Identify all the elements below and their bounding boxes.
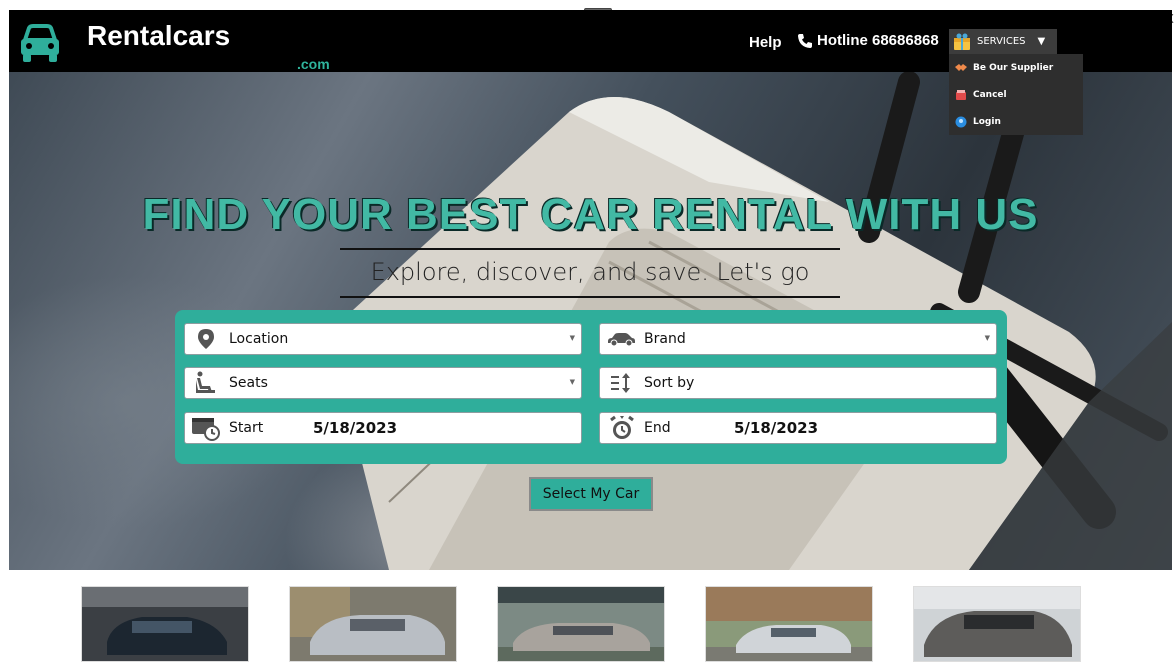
menu-item-login[interactable]: Login <box>949 108 1083 135</box>
brand-domain: .com <box>297 56 330 72</box>
car-thumbnail[interactable] <box>497 586 665 662</box>
seats-select[interactable]: Seats ▼ <box>184 367 582 399</box>
cancel-icon <box>956 89 966 100</box>
phone-icon <box>798 33 812 48</box>
brand-select[interactable]: Brand ▼ <box>599 323 997 355</box>
hotline-link[interactable]: Hotline 68686868 <box>797 32 947 49</box>
caret-down-icon: ▼ <box>1037 36 1046 47</box>
brand-title: Rentalcars <box>87 20 231 51</box>
car-logo-icon <box>21 24 59 62</box>
sort-icon <box>606 369 636 397</box>
search-panel: Location ▼ Brand ▼ Seats ▼ Sort by Start… <box>175 310 1007 464</box>
subtitle-divider-top <box>340 248 840 250</box>
handshake-icon <box>955 63 967 71</box>
start-label: Start <box>229 420 264 436</box>
services-menu: Be Our Supplier Cancel Login <box>949 54 1083 135</box>
services-icon <box>954 33 970 50</box>
car-thumbnail[interactable] <box>705 586 873 662</box>
dropdown-arrow-icon: ▼ <box>569 378 575 386</box>
sort-by-select[interactable]: Sort by <box>599 367 997 399</box>
help-link[interactable]: Help <box>749 34 782 51</box>
services-label: SERVICES <box>977 36 1026 47</box>
menu-item-be-our-supplier[interactable]: Be Our Supplier <box>949 54 1083 81</box>
car-icon <box>606 325 636 353</box>
start-date-picker[interactable]: Start 5/18/2023 <box>184 412 582 444</box>
car-thumbnail[interactable] <box>81 586 249 662</box>
car-thumbnail[interactable] <box>913 586 1081 662</box>
menu-item-cancel[interactable]: Cancel <box>949 81 1083 108</box>
hero-section: FIND YOUR BEST CAR RENTAL WITH US Explor… <box>9 72 1172 570</box>
select-my-car-button[interactable]: Select My Car <box>529 477 653 511</box>
subtitle-divider-bottom <box>340 296 840 298</box>
end-label: End <box>644 420 671 436</box>
start-date-value: 5/18/2023 <box>313 419 398 437</box>
hero-title: FIND YOUR BEST CAR RENTAL WITH US <box>142 190 1039 239</box>
dropdown-arrow-icon: ▼ <box>569 334 575 342</box>
alarm-clock-icon <box>606 414 636 442</box>
end-date-value: 5/18/2023 <box>734 419 819 437</box>
seat-icon <box>191 369 221 397</box>
location-pin-icon <box>191 325 221 353</box>
dropdown-arrow-icon: ▼ <box>984 334 990 342</box>
hero-subtitle: Explore, discover, and save. Let's go <box>370 258 810 286</box>
login-icon <box>955 116 967 127</box>
calendar-clock-icon <box>191 414 221 442</box>
location-select[interactable]: Location ▼ <box>184 323 582 355</box>
services-dropdown-button[interactable]: SERVICES ▼ <box>949 29 1057 54</box>
end-date-picker[interactable]: End 5/18/2023 <box>599 412 997 444</box>
car-thumbnail[interactable] <box>289 586 457 662</box>
hotline-label: Hotline 68686868 <box>817 32 939 49</box>
